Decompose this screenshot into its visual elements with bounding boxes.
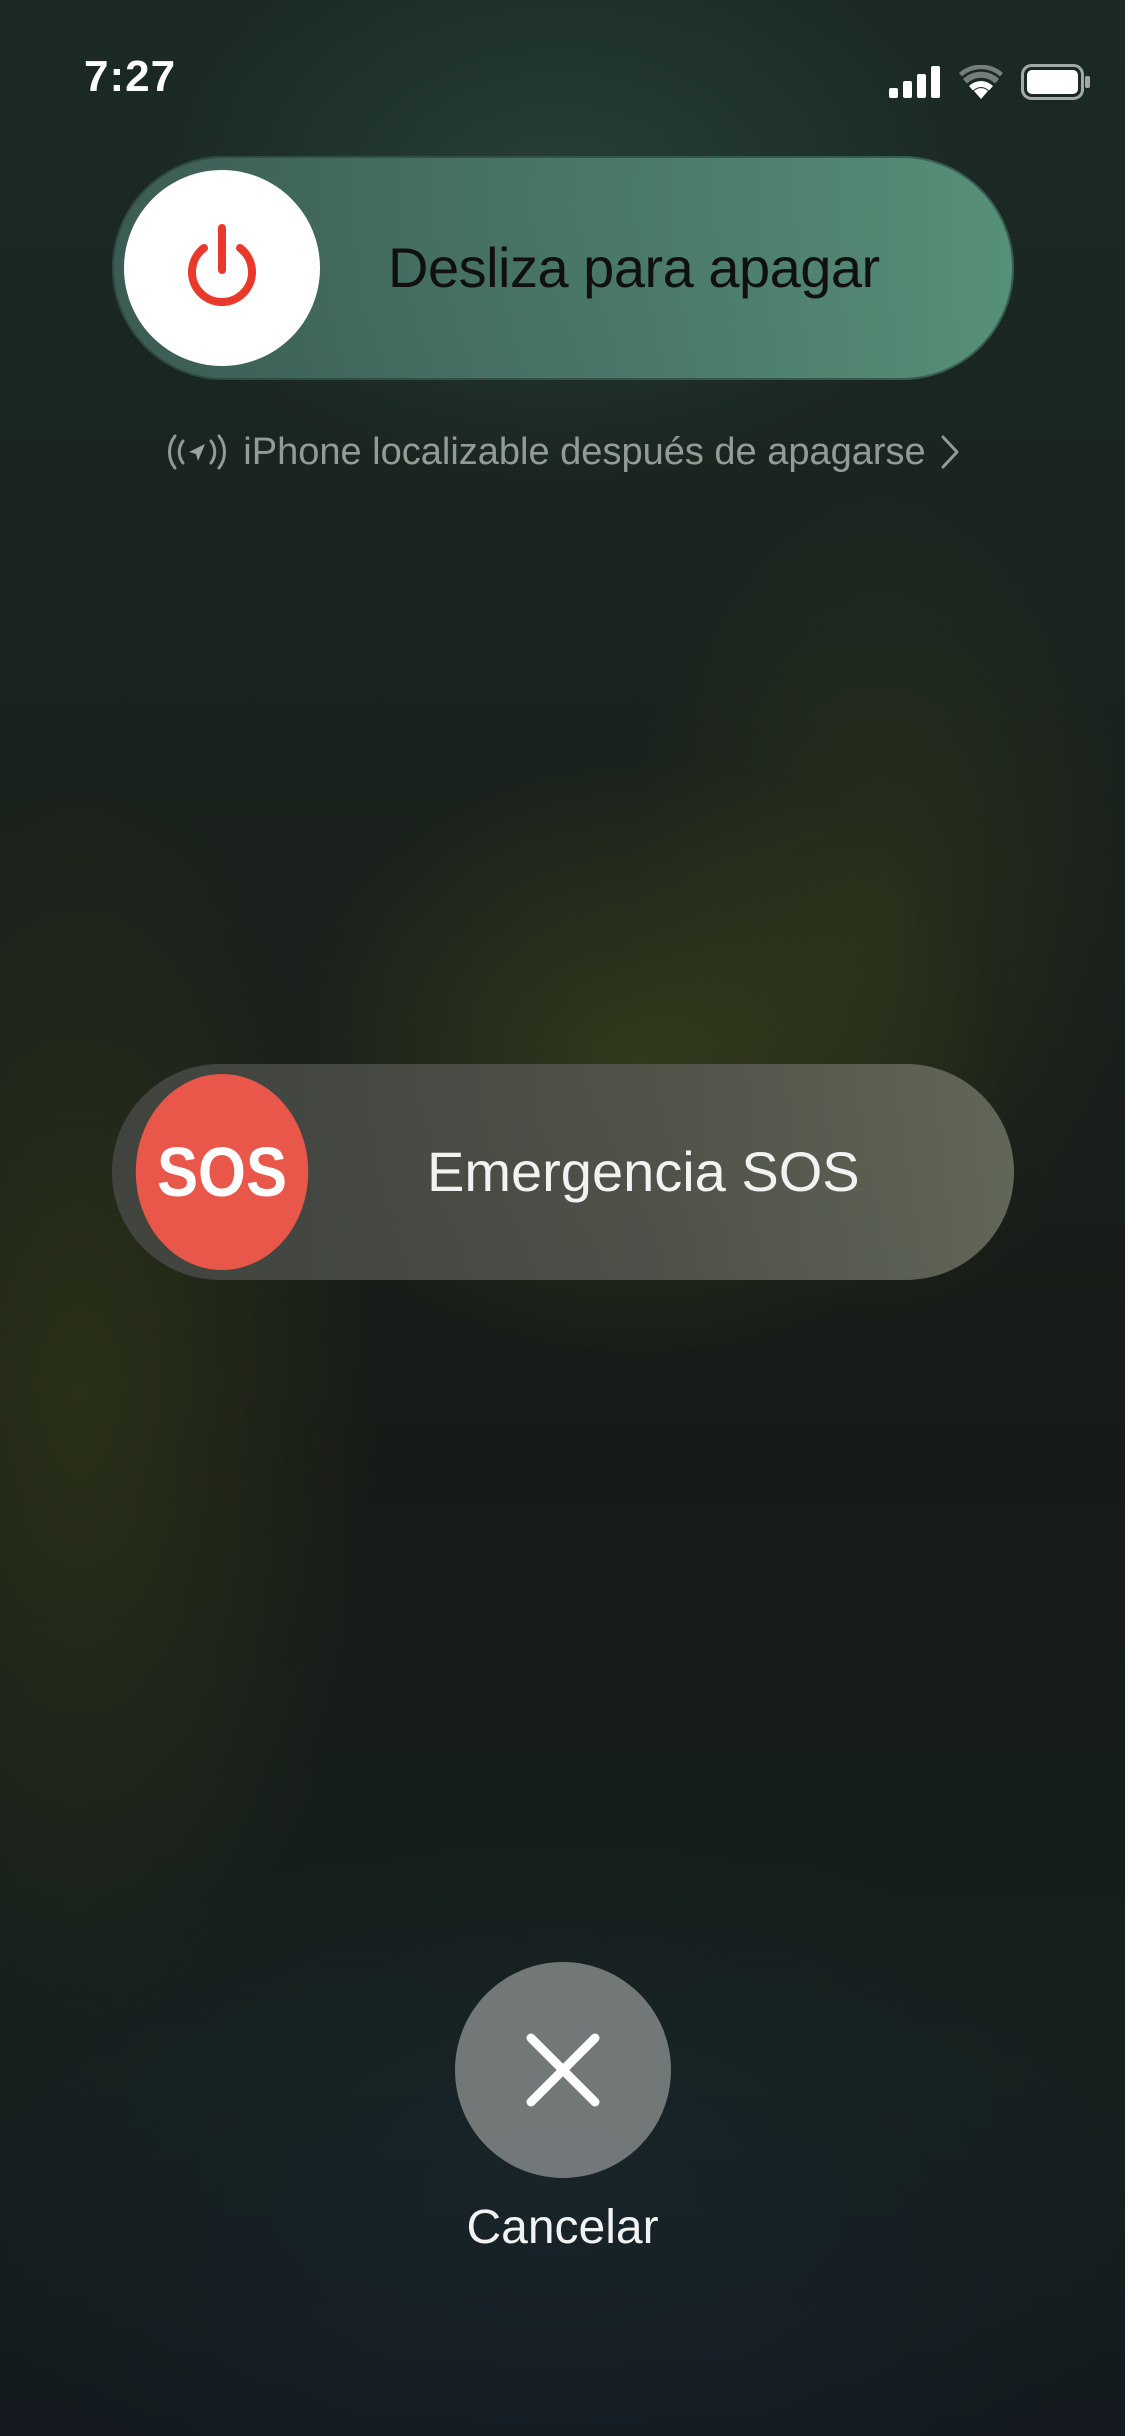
find-my-text: iPhone localizable después de apagarse [243, 430, 926, 473]
cancel-button[interactable] [455, 1962, 671, 2178]
find-my-icon [168, 434, 227, 470]
battery-icon [1021, 64, 1090, 100]
power-slider-label: Desliza para apagar [388, 236, 880, 299]
power-off-screen: 7:27 Desliza para apagar iPhone localiza… [0, 0, 1125, 2436]
cancel-label: Cancelar [466, 2201, 659, 2254]
status-time: 7:27 [84, 52, 177, 101]
find-my-link[interactable]: iPhone localizable después de apagarse [0, 420, 1125, 484]
emergency-sos-slider[interactable]: SOS Emergencia SOS [112, 1064, 1014, 1280]
power-icon [188, 224, 256, 306]
status-icons [889, 60, 1091, 104]
sos-slider-knob[interactable]: SOS [135, 1074, 309, 1270]
close-icon [526, 2033, 600, 2107]
chevron-right-icon [941, 435, 959, 469]
cellular-signal-icon [889, 66, 940, 98]
wifi-icon [959, 65, 1003, 99]
slide-to-power-off[interactable]: Desliza para apagar [112, 156, 1014, 380]
power-slider-knob[interactable] [124, 170, 320, 366]
sos-slider-label: Emergencia SOS [427, 1140, 860, 1203]
